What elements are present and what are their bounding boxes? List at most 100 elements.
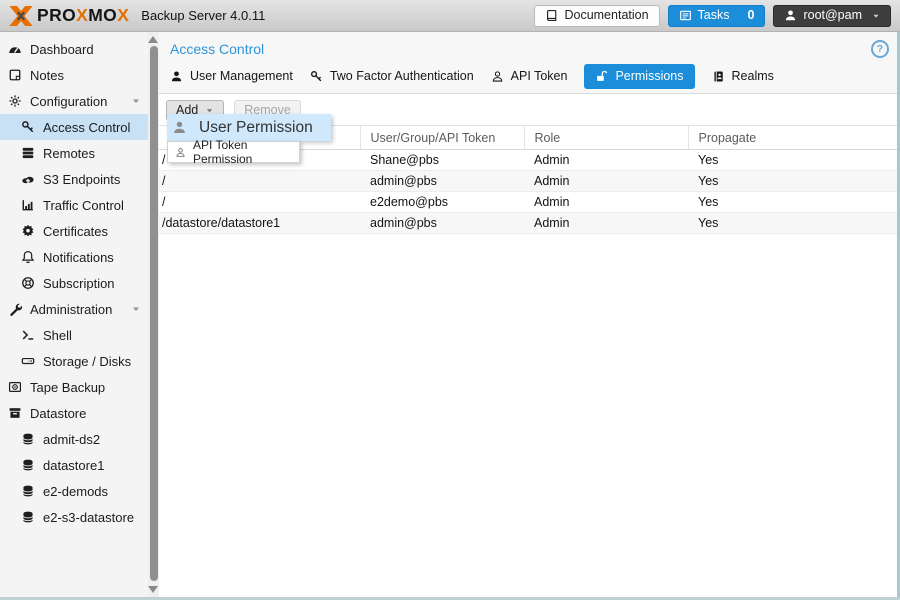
scroll-up-icon[interactable] xyxy=(148,36,158,43)
sidebar-item-e2-demods[interactable]: e2-demods xyxy=(0,478,148,504)
tab-two-factor-authentication[interactable]: Two Factor Authentication xyxy=(310,64,474,89)
sidebar-item-label: Configuration xyxy=(30,94,107,109)
tasks-count-badge: 0 xyxy=(748,9,755,22)
panel-header: Access Control ? User ManagementTwo Fact… xyxy=(159,32,897,94)
sidebar-item-access-control[interactable]: Access Control xyxy=(0,114,148,140)
gear-icon xyxy=(8,94,22,108)
wordmark-segment: MO xyxy=(88,7,117,25)
sidebar-item-tape-backup[interactable]: Tape Backup xyxy=(0,374,148,400)
tab-permissions[interactable]: Permissions xyxy=(584,64,694,89)
sidebar-item-label: Storage / Disks xyxy=(43,354,131,369)
server-icon xyxy=(21,146,35,160)
scrollbar-thumb[interactable] xyxy=(150,46,158,581)
table-cell: Yes xyxy=(688,192,897,213)
term-icon xyxy=(21,328,35,342)
sidebar-item-label: Subscription xyxy=(43,276,115,291)
sidebar-item-s3-endpoints[interactable]: S3 Endpoints xyxy=(0,166,148,192)
sidebar-item-traffic-control[interactable]: Traffic Control xyxy=(0,192,148,218)
table-cell: Admin xyxy=(524,150,688,171)
sidebar-item-subscription[interactable]: Subscription xyxy=(0,270,148,296)
sidebar-item-notes[interactable]: Notes xyxy=(0,62,148,88)
db-icon xyxy=(21,510,35,524)
sidebar-item-notifications[interactable]: Notifications xyxy=(0,244,148,270)
help-icon[interactable]: ? xyxy=(871,40,889,58)
table-cell: Admin xyxy=(524,213,688,234)
tape-icon xyxy=(8,380,22,394)
user-fill-icon xyxy=(170,70,183,83)
sidebar-item-datastore1[interactable]: datastore1 xyxy=(0,452,148,478)
table-column-header-user-group-api-token[interactable]: User/Group/API Token xyxy=(360,126,524,150)
book-icon xyxy=(545,9,558,22)
sidebar-item-admit-ds2[interactable]: admit-ds2 xyxy=(0,426,148,452)
menu-item-label: API Token Permission xyxy=(193,138,299,166)
table-cell: admin@pbs xyxy=(360,171,524,192)
sidebar-item-configuration[interactable]: Configuration xyxy=(0,88,148,114)
wordmark-segment: X xyxy=(117,7,129,25)
sidebar-item-label: Tape Backup xyxy=(30,380,105,395)
tab-user-management[interactable]: User Management xyxy=(170,64,293,89)
sidebar-item-label: e2-s3-datastore xyxy=(43,510,134,525)
table-cell: Yes xyxy=(688,150,897,171)
db-icon xyxy=(21,432,35,446)
note-icon xyxy=(8,68,22,82)
tab-realms[interactable]: Realms xyxy=(712,64,774,89)
sidebar-item-label: Shell xyxy=(43,328,72,343)
task-list-icon xyxy=(679,9,692,22)
chart-icon xyxy=(21,198,35,212)
tab-label: Realms xyxy=(732,69,774,83)
sidebar-item-label: datastore1 xyxy=(43,458,104,473)
sidebar-item-dashboard[interactable]: Dashboard xyxy=(0,36,148,62)
sidebar-item-datastore[interactable]: Datastore xyxy=(0,400,148,426)
sidebar-item-label: S3 Endpoints xyxy=(43,172,120,187)
tasks-button[interactable]: Tasks 0 xyxy=(668,5,766,27)
tab-label: Permissions xyxy=(615,69,683,83)
addrbook-icon xyxy=(712,70,725,83)
sidebar-item-label: Access Control xyxy=(43,120,130,135)
table-row[interactable]: /datastore/datastore1admin@pbsAdminYes xyxy=(159,213,897,234)
top-bar: PRO X MO X Backup Server 4.0.11 Document… xyxy=(0,0,900,32)
user-out-icon xyxy=(175,147,186,158)
sidebar-item-label: Administration xyxy=(30,302,112,317)
sidebar-item-label: Remotes xyxy=(43,146,95,161)
table-row[interactable]: /admin@pbsAdminYes xyxy=(159,171,897,192)
table-row[interactable]: /e2demo@pbsAdminYes xyxy=(159,192,897,213)
proxmox-logo-icon xyxy=(9,6,33,26)
table-cell: / xyxy=(159,192,360,213)
user-menu-button[interactable]: root@pam xyxy=(773,5,891,27)
documentation-label: Documentation xyxy=(564,9,648,22)
key-icon xyxy=(21,120,35,134)
tab-label: Two Factor Authentication xyxy=(330,69,474,83)
sidebar-item-certificates[interactable]: Certificates xyxy=(0,218,148,244)
sidebar-item-shell[interactable]: Shell xyxy=(0,322,148,348)
app-window: PRO X MO X Backup Server 4.0.11 Document… xyxy=(0,0,900,600)
main-panel: Access Control ? User ManagementTwo Fact… xyxy=(159,32,897,597)
caret-icon xyxy=(131,304,141,314)
sidebar-item-e2-s3-datastore[interactable]: e2-s3-datastore xyxy=(0,504,148,530)
tab-api-token[interactable]: API Token xyxy=(491,64,568,89)
table-column-header-role[interactable]: Role xyxy=(524,126,688,150)
tab-bar: User Management Two Factor Authentication… xyxy=(170,63,774,89)
sidebar: Dashboard Notes Configuration Access Contro… xyxy=(0,32,148,597)
gauge-icon xyxy=(8,42,22,56)
menu-item-api-token-permission[interactable]: API Token Permission xyxy=(167,141,300,163)
tasks-label: Tasks xyxy=(698,9,730,22)
sidebar-item-remotes[interactable]: Remotes xyxy=(0,140,148,166)
menu-item-user-permission[interactable]: User Permission xyxy=(167,114,331,141)
tab-label: User Management xyxy=(190,69,293,83)
chevron-down-icon xyxy=(872,12,880,20)
sidebar-scrollbar[interactable] xyxy=(148,32,159,597)
sidebar-item-label: Dashboard xyxy=(30,42,94,57)
scroll-down-icon[interactable] xyxy=(148,586,158,593)
table-cell: Shane@pbs xyxy=(360,150,524,171)
hdd-icon xyxy=(21,354,35,368)
table-column-header-propagate[interactable]: Propagate xyxy=(688,126,897,150)
documentation-button[interactable]: Documentation xyxy=(534,5,659,27)
sidebar-item-administration[interactable]: Administration xyxy=(0,296,148,322)
sidebar-item-storage-disks[interactable]: Storage / Disks xyxy=(0,348,148,374)
lock-open-icon xyxy=(595,70,608,83)
user-fill-icon xyxy=(172,120,187,135)
user-icon xyxy=(784,9,797,22)
wordmark-segment: X xyxy=(76,7,88,25)
sidebar-item-label: admit-ds2 xyxy=(43,432,100,447)
menu-item-label: User Permission xyxy=(199,119,313,137)
